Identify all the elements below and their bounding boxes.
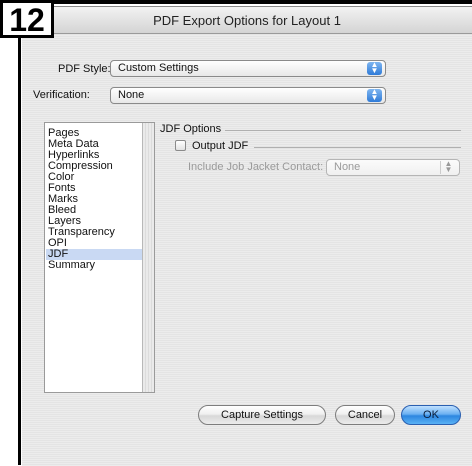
window-title: PDF Export Options for Layout 1 [153, 13, 341, 28]
job-jacket-value: None [334, 161, 361, 173]
job-jacket-select[interactable]: None ▲ ▼ [326, 159, 460, 176]
updown-arrows-icon: ▲ ▼ [367, 61, 382, 75]
output-jdf-checkbox[interactable] [175, 140, 186, 151]
step-number-badge: 12 [0, 0, 54, 38]
job-jacket-label: Include Job Jacket Contact: [188, 161, 324, 173]
list-scrollbar[interactable] [142, 123, 154, 392]
category-list[interactable]: Pages Meta Data Hyperlinks Compression C… [44, 122, 155, 393]
output-jdf-divider [254, 147, 461, 148]
pdf-style-label: PDF Style: [58, 63, 111, 75]
step-frame-left [18, 0, 21, 465]
list-item-summary[interactable]: Summary [46, 260, 143, 271]
verification-select[interactable]: None ▲ ▼ [110, 87, 386, 104]
pdf-style-select[interactable]: Custom Settings ▲ ▼ [110, 60, 386, 77]
verification-label: Verification: [33, 89, 90, 101]
updown-arrows-icon: ▲ ▼ [367, 88, 382, 102]
updown-arrows-icon: ▲ ▼ [440, 160, 456, 174]
output-jdf-label: Output JDF [192, 140, 249, 152]
step-frame-top [0, 0, 472, 4]
pdf-export-dialog: PDF Export Options for Layout 1 PDF Styl… [22, 6, 472, 466]
capture-settings-button[interactable]: Capture Settings [198, 405, 326, 425]
pdf-style-value: Custom Settings [118, 62, 199, 74]
cancel-button[interactable]: Cancel [335, 405, 395, 425]
verification-value: None [118, 89, 145, 101]
jdf-options-divider [225, 130, 461, 131]
jdf-options-title: JDF Options [160, 123, 222, 135]
ok-button[interactable]: OK [401, 405, 461, 425]
title-bar: PDF Export Options for Layout 1 [22, 7, 472, 34]
